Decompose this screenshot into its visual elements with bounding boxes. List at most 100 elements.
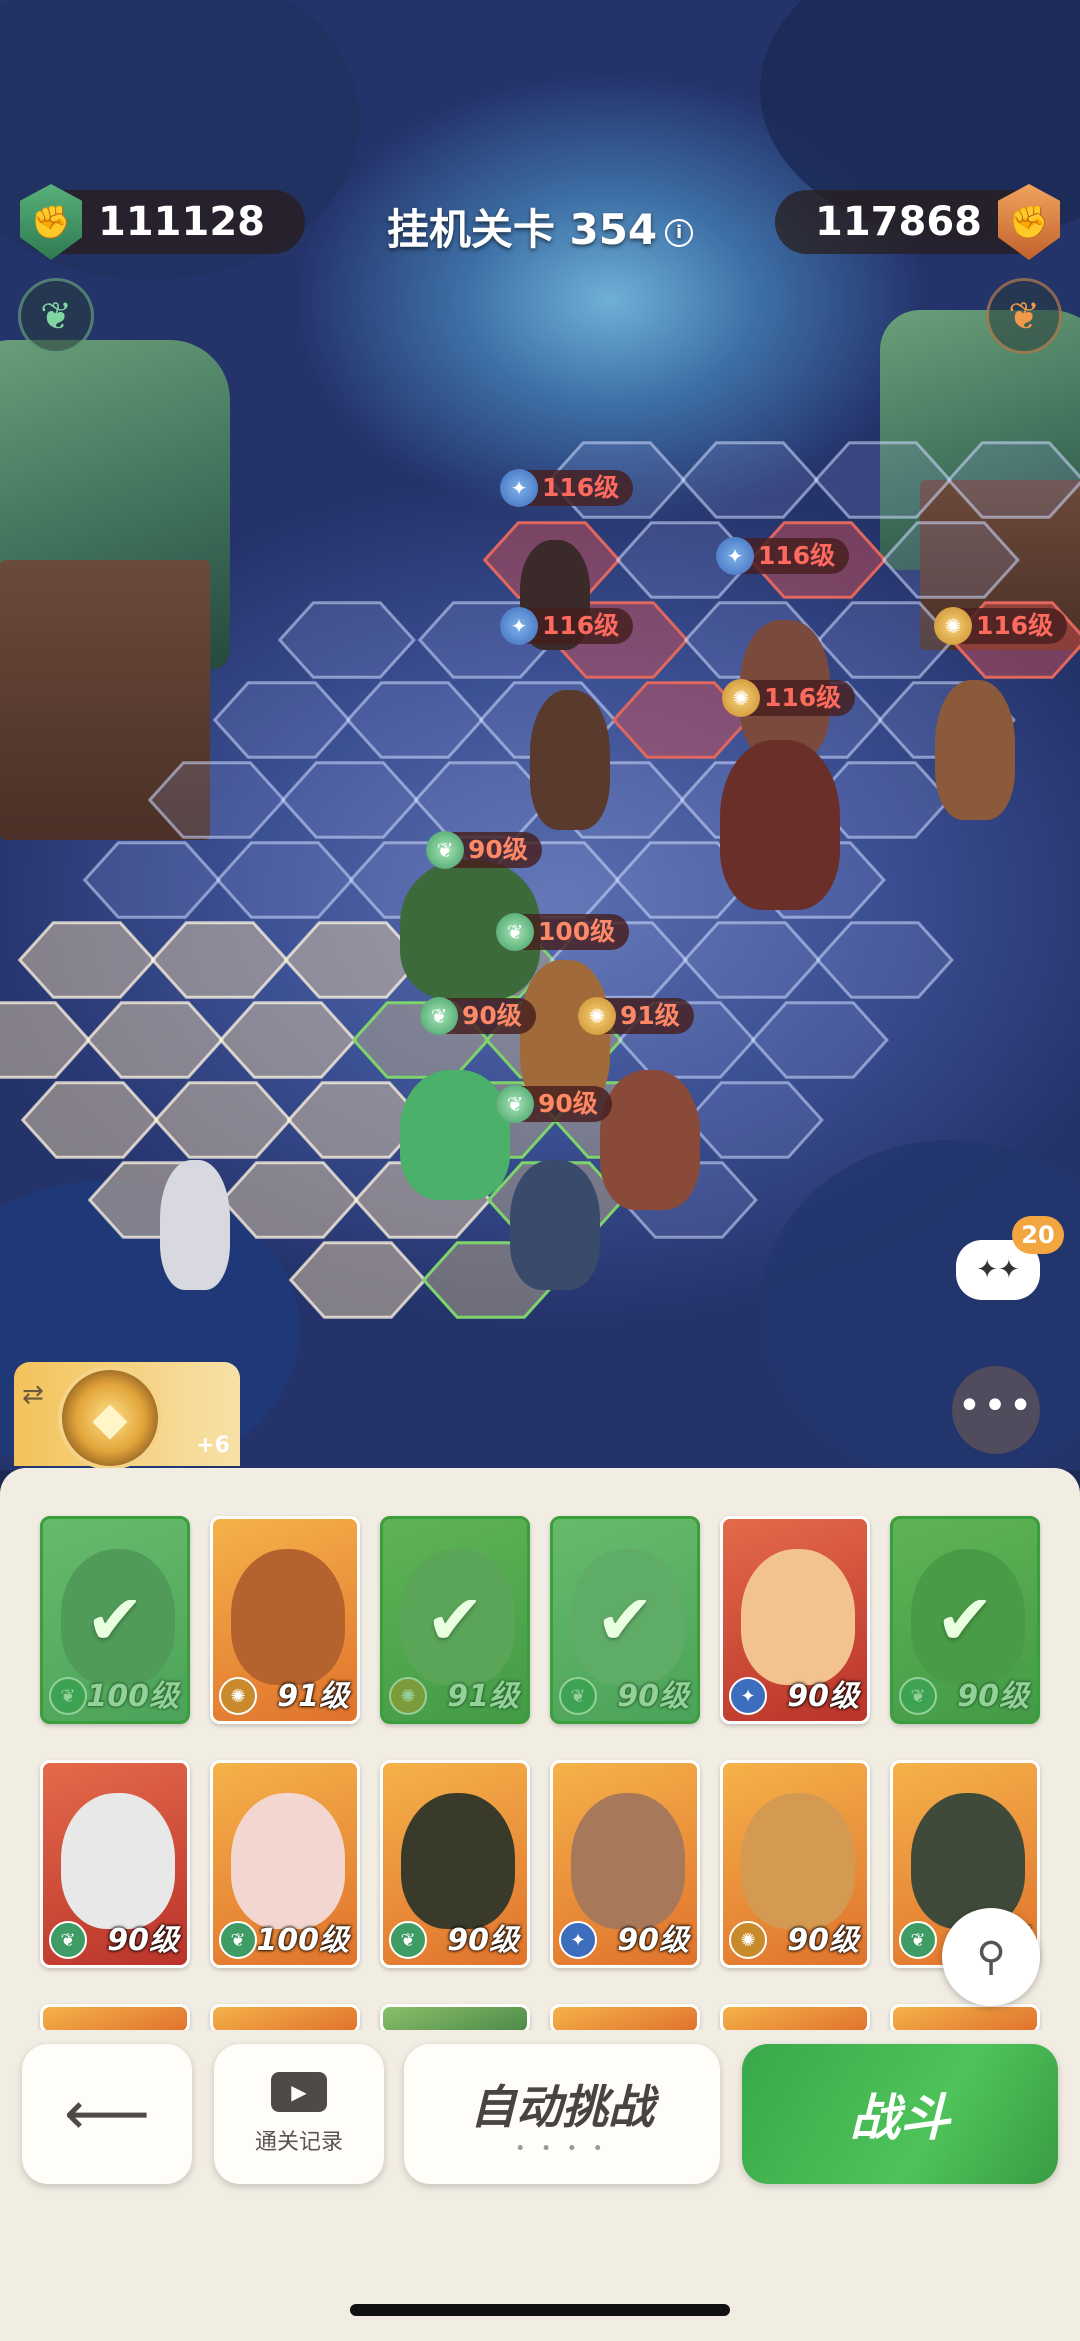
leaf-buff-icon[interactable]: ❦ [18,278,94,354]
hex-tile[interactable] [153,1081,292,1159]
hex-tile[interactable] [881,521,1020,599]
enemy-power: 117868 ✊ [775,184,1060,260]
chat-count-badge: 20 [1012,1216,1064,1254]
hex-tile[interactable] [0,1001,91,1079]
hex-tile[interactable] [218,1001,357,1079]
back-arrow-icon: ⟵ [63,2079,150,2149]
hero-portrait [61,1793,175,1929]
faction-blue-icon: ✦ [500,469,538,507]
ally-level-tag: ❦ 90级 [496,1085,612,1123]
video-camera-icon: ▶ [271,2072,327,2112]
faction-gold-icon: ✺ [578,997,616,1035]
action-bar: ⟵ ▶ 通关记录 自动挑战 • • • • 战斗 [0,2030,1080,2200]
selected-overlay: ✔ [893,1519,1037,1721]
more-button[interactable]: ••• [952,1366,1040,1454]
fight-label: 战斗 [850,2089,950,2147]
faction-green-icon: ❦ [219,1921,257,1959]
replay-button[interactable]: ▶ 通关记录 [214,2044,384,2184]
faction-blue-icon: ✦ [559,1921,597,1959]
filter-icon[interactable]: ⚲ [942,1908,1040,2006]
faction-green-icon: ❦ [496,913,534,951]
hero-card[interactable]: ❦100级✔ [40,1516,190,1724]
hex-tile[interactable] [946,441,1080,519]
hero-level: 90级 [787,1923,859,1958]
hex-tile[interactable] [277,601,416,679]
hex-tile[interactable] [150,921,289,999]
hex-tile[interactable] [815,921,954,999]
enemy-unit[interactable] [935,680,1015,820]
hero-card[interactable]: ❦ 90级 [380,1760,530,1968]
ally-unit[interactable] [400,1070,510,1200]
enemy-level-tag: ✺ 116级 [722,679,856,717]
ally-level-tag: ❦ 90级 [426,831,542,869]
auto-dots: • • • • [515,2141,609,2157]
hero-grid: ❦100级✔✺91级✺91级✔❦90级✔✦90级❦90级✔❦90级❦100级❦9… [40,1516,1050,2034]
faction-green-icon: ❦ [49,1921,87,1959]
faction-blue-icon: ✦ [729,1677,767,1715]
hero-card[interactable]: ❦ 90级 [40,1760,190,1968]
enemy-level-tag: ✺ 116级 [934,607,1068,645]
hero-level: 91级 [277,1679,349,1714]
enemy-level-tag: ✦ 116级 [716,537,850,575]
hero-level: 90级 [617,1923,689,1958]
hex-tile[interactable] [280,761,419,839]
info-icon[interactable]: i [665,218,694,247]
hex-tile[interactable] [147,761,286,839]
hero-card[interactable]: ✺91级✔ [380,1516,530,1724]
back-button[interactable]: ⟵ [22,2044,192,2184]
ally-level-tag: ❦ 90级 [420,997,536,1035]
battlefield: ✦ 116级 ✦ 116级 ✦ 116级 ✺ 116级 ✺ 116级 ❦ 90级 ❦ 100级… [0,0,1080,1470]
enemy-unit[interactable] [720,740,840,910]
hex-tile[interactable] [750,1001,889,1079]
hero-card[interactable]: ❦ 100级 [210,1760,360,1968]
hero-card[interactable]: ✺ 90级 [720,1760,870,1968]
auto-challenge-label: 自动挑战 [470,2080,654,2134]
ally-unit[interactable] [510,1160,600,1290]
hero-card[interactable]: ❦90级✔ [550,1516,700,1724]
hex-tile[interactable] [220,1161,359,1239]
faction-gold-icon: ✺ [729,1921,767,1959]
hex-tile[interactable] [215,841,354,919]
hero-card[interactable]: ✦ 90级 [720,1516,870,1724]
checkmark-icon: ✔ [85,1579,145,1661]
hex-tile[interactable] [685,1081,824,1159]
ally-unit[interactable] [160,1160,230,1290]
home-indicator[interactable] [350,2304,730,2316]
ally-unit[interactable] [600,1070,700,1210]
hex-tile[interactable] [212,681,351,759]
swap-icon[interactable]: ⇄ [22,1380,44,1410]
auto-challenge-button[interactable]: 自动挑战 • • • • [404,2044,720,2184]
hex-tile[interactable] [816,601,955,679]
hero-card[interactable]: ✦ 90级 [550,1760,700,1968]
enemy-level-tag: ✦ 116级 [500,607,634,645]
hero-roster-panel: ❦100级✔✺91级✺91级✔❦90级✔✦90级❦90级✔❦90级❦100级❦9… [0,1468,1080,2341]
faction-blue-icon: ✦ [500,607,538,645]
faction-green-icon: ❦ [389,1921,427,1959]
hero-portrait [231,1793,345,1929]
hex-tile[interactable] [682,921,821,999]
hex-tile[interactable] [680,441,819,519]
faction-green-icon: ❦ [420,997,458,1035]
hex-tile[interactable] [813,441,952,519]
selected-overlay: ✔ [553,1519,697,1721]
hex-tile[interactable] [17,921,156,999]
faction-green-icon: ❦ [496,1085,534,1123]
leaf-buff-icon[interactable]: ❦ [986,278,1062,354]
fight-button[interactable]: 战斗 [742,2044,1058,2184]
checkmark-icon: ✔ [595,1579,655,1661]
hero-level: 100级 [256,1923,349,1958]
ally-level-tag: ❦ 100级 [496,913,630,951]
faction-gold-icon: ✺ [934,607,972,645]
hero-card[interactable]: ✺ 91级 [210,1516,360,1724]
artifact-bonus: +6 [196,1433,230,1458]
enemy-unit[interactable] [530,690,610,830]
hero-portrait [401,1793,515,1929]
checkmark-icon: ✔ [935,1579,995,1661]
hex-tile[interactable] [288,1241,427,1319]
hex-tile[interactable] [20,1081,159,1159]
hex-tile[interactable] [345,681,484,759]
hero-card[interactable]: ❦90级✔ [890,1516,1040,1724]
artifact-slot[interactable]: ⇄ ◆ +6 [14,1362,240,1470]
hex-tile[interactable] [82,841,221,919]
hex-tile[interactable] [85,1001,224,1079]
